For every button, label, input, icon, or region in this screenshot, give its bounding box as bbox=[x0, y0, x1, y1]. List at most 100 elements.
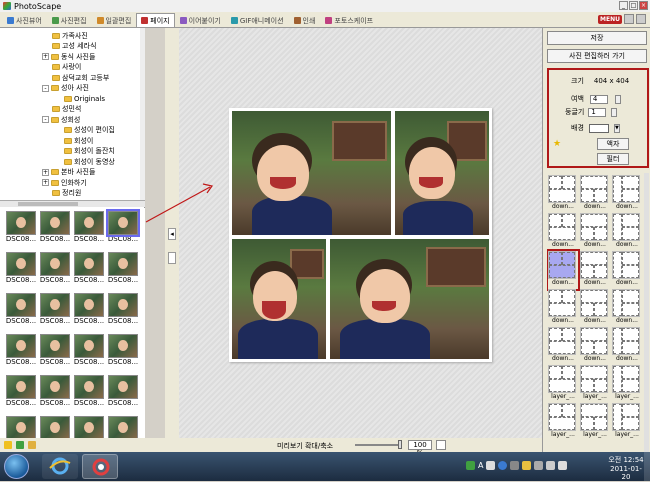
tree-item[interactable]: - 성회성 bbox=[42, 114, 80, 125]
collage-photo-4[interactable] bbox=[330, 239, 489, 359]
tree-item[interactable]: 성민석 bbox=[52, 104, 81, 115]
round-input[interactable]: 1 bbox=[588, 107, 607, 117]
expand-icon[interactable]: + bbox=[42, 168, 49, 176]
layout-option[interactable]: down... bbox=[580, 289, 610, 327]
collage-photo-1[interactable] bbox=[232, 111, 391, 235]
thumbnail[interactable]: DSC08... bbox=[4, 334, 38, 367]
flag-icon[interactable] bbox=[522, 461, 532, 470]
layout-option[interactable]: down... bbox=[612, 327, 642, 365]
folder-icon[interactable] bbox=[28, 441, 36, 449]
network-icon[interactable] bbox=[546, 461, 556, 470]
skin-button[interactable] bbox=[624, 14, 634, 24]
bg-color-swatch[interactable] bbox=[588, 123, 609, 133]
tab-2[interactable]: 일괄편집 bbox=[92, 13, 137, 27]
layout-option[interactable]: layer_... bbox=[548, 403, 578, 441]
layout-option[interactable]: down... bbox=[548, 327, 578, 365]
frame-button[interactable]: 액자 bbox=[597, 138, 629, 150]
thumbnail[interactable]: DSC08... bbox=[38, 334, 72, 367]
thumbnail[interactable] bbox=[38, 416, 72, 438]
go-edit-button[interactable]: 사진 편집하러 가기 bbox=[547, 49, 647, 63]
collapse-icon[interactable]: - bbox=[42, 84, 49, 92]
thumbnail[interactable]: DSC08... bbox=[72, 293, 106, 326]
splitter[interactable]: ◂ bbox=[165, 28, 179, 438]
layout-option[interactable]: down... bbox=[580, 327, 610, 365]
scroll-handle[interactable] bbox=[168, 252, 176, 264]
thumbnail[interactable]: DSC08... bbox=[4, 252, 38, 285]
tree-item[interactable]: 사랑이 bbox=[52, 62, 81, 73]
tab-5[interactable]: GIF애니메이션 bbox=[226, 13, 289, 27]
collapse-icon[interactable]: - bbox=[42, 116, 49, 123]
layout-option[interactable]: layer_... bbox=[612, 365, 642, 403]
thumbnail[interactable]: DSC08... bbox=[38, 375, 72, 408]
tree-item[interactable]: + 본바 사진들 bbox=[42, 167, 95, 178]
thumbnail[interactable] bbox=[106, 416, 140, 438]
collapse-arrow-icon[interactable]: ◂ bbox=[168, 228, 176, 240]
zoom-value[interactable]: 100 % bbox=[408, 440, 432, 457]
tree-item[interactable]: 회성이 bbox=[64, 135, 93, 146]
thumbnail[interactable]: DSC08... bbox=[72, 334, 106, 367]
layout-option[interactable]: down... bbox=[548, 175, 578, 213]
tab-1[interactable]: 사진편집 bbox=[47, 13, 92, 27]
help-icon[interactable] bbox=[498, 461, 508, 470]
maximize-button[interactable]: □ bbox=[629, 1, 638, 10]
zoom-slider-knob[interactable] bbox=[398, 440, 402, 449]
layout-option[interactable]: layer_... bbox=[580, 365, 610, 403]
tree-item[interactable]: 회성이 동영상 bbox=[64, 156, 115, 167]
tree-item[interactable]: 삼덕교회 고등부 bbox=[52, 72, 109, 83]
monitor-icon[interactable] bbox=[534, 461, 544, 470]
thumbnail[interactable]: DSC08... bbox=[38, 293, 72, 326]
minimize-button[interactable]: _ bbox=[619, 1, 628, 10]
layout-option[interactable]: down... bbox=[580, 175, 610, 213]
thumbnail[interactable]: DSC08... bbox=[106, 293, 140, 326]
tree-hscrollbar[interactable] bbox=[0, 200, 145, 207]
tree-item[interactable]: - 성아 사진 bbox=[42, 83, 89, 94]
layout-option[interactable]: layer_... bbox=[548, 365, 578, 403]
layout-option[interactable]: down... bbox=[547, 249, 580, 291]
tree-item[interactable]: Originals bbox=[64, 93, 105, 104]
tab-7[interactable]: 포토스케이프 bbox=[320, 13, 378, 27]
star-icon[interactable] bbox=[4, 441, 12, 449]
tree-item[interactable]: 고성 세라식 bbox=[52, 41, 96, 52]
margin-spinner[interactable] bbox=[614, 94, 621, 104]
volume-icon[interactable] bbox=[558, 461, 568, 470]
photoscape-taskbar-button[interactable] bbox=[82, 454, 118, 479]
layout-scrollbar[interactable] bbox=[644, 173, 649, 452]
tab-3[interactable]: 페이지 bbox=[136, 13, 175, 27]
thumbnail[interactable]: DSC08... bbox=[38, 211, 72, 244]
thumbnail[interactable]: DSC08... bbox=[72, 211, 106, 244]
layout-option[interactable]: down... bbox=[548, 289, 578, 327]
collage-photo-3[interactable] bbox=[232, 239, 326, 359]
layout-option[interactable]: down... bbox=[580, 213, 610, 251]
thumbnail[interactable]: DSC08... bbox=[106, 209, 140, 244]
layout-option[interactable]: down... bbox=[612, 251, 642, 289]
thumbnail[interactable]: DSC08... bbox=[106, 252, 140, 285]
thumbnail[interactable]: DSC08... bbox=[106, 334, 140, 367]
fit-icon[interactable] bbox=[436, 440, 446, 450]
tree-item[interactable]: 회성이 돌잔치 bbox=[64, 146, 115, 157]
thumbnail[interactable] bbox=[4, 416, 38, 438]
ime-label[interactable]: A bbox=[478, 461, 483, 470]
expand-icon[interactable]: + bbox=[42, 53, 49, 60]
thumbnail[interactable]: DSC08... bbox=[4, 375, 38, 408]
layout-option[interactable]: down... bbox=[612, 175, 642, 213]
tree-item[interactable]: + 동식 사진들 bbox=[42, 51, 95, 62]
clock[interactable]: 오전 12:54 2011-01-20 bbox=[606, 455, 646, 481]
tree-scrollbar[interactable] bbox=[140, 28, 145, 200]
ime-icon[interactable] bbox=[486, 461, 496, 470]
thumbnail[interactable]: DSC08... bbox=[72, 252, 106, 285]
chevron-down-icon[interactable]: ▼ bbox=[613, 123, 620, 133]
thumbnail[interactable]: DSC08... bbox=[4, 211, 38, 244]
help-button[interactable] bbox=[636, 14, 646, 24]
layout-option[interactable]: down... bbox=[548, 213, 578, 251]
layout-option[interactable]: down... bbox=[580, 251, 610, 289]
tree-item[interactable]: 정리원 bbox=[52, 188, 81, 199]
layout-option[interactable]: down... bbox=[612, 213, 642, 251]
zoom-slider[interactable] bbox=[355, 444, 400, 446]
tree-item[interactable]: 가족사진 bbox=[52, 30, 88, 41]
ie-taskbar-button[interactable] bbox=[42, 454, 78, 479]
thumbnail[interactable]: DSC08... bbox=[106, 375, 140, 408]
refresh-icon[interactable] bbox=[16, 441, 24, 449]
collage-photo-2[interactable] bbox=[395, 111, 489, 235]
filter-button[interactable]: 필터 bbox=[597, 153, 629, 165]
layout-option[interactable]: down... bbox=[612, 289, 642, 327]
